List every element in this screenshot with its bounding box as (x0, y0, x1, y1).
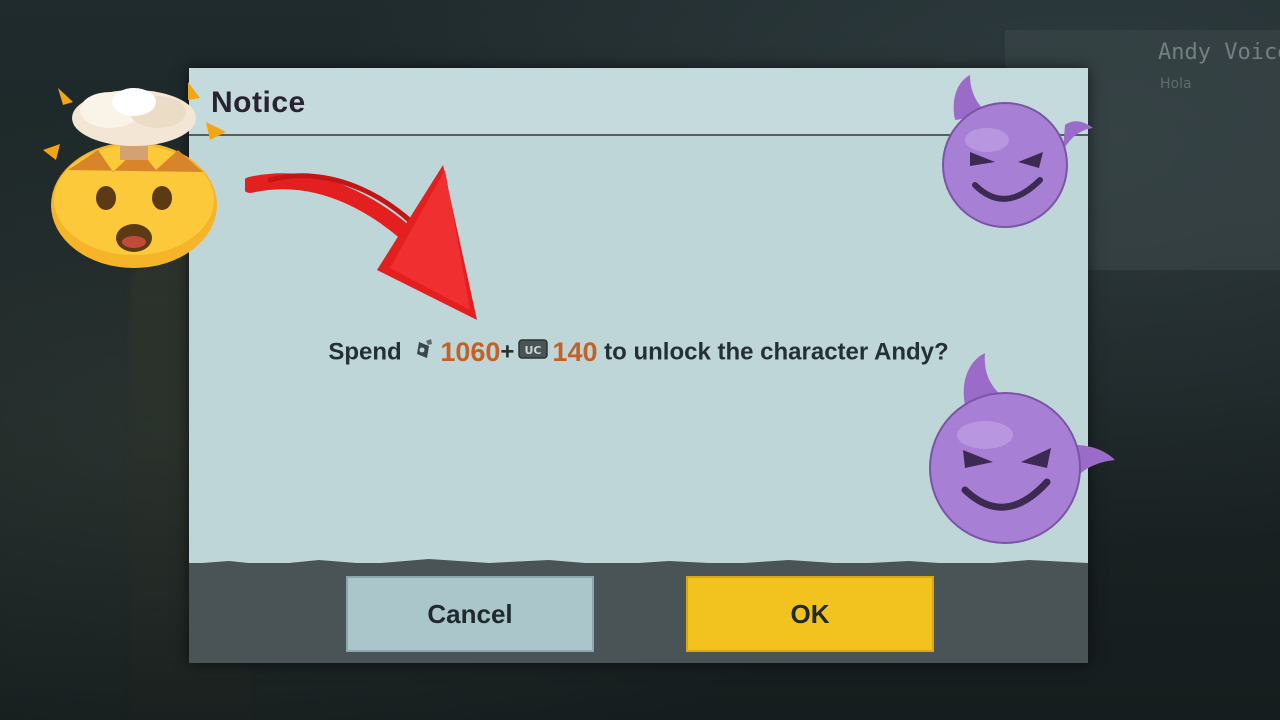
amount-separator: + (500, 338, 515, 366)
red-arrow-icon (245, 165, 477, 320)
background-character-subtitle: Hola (1160, 76, 1192, 92)
smiling-devil-emoji-icon (929, 353, 1115, 544)
background-character-name: Andy Voice (1158, 40, 1280, 65)
uc-icon-label: UC (525, 344, 542, 357)
smiling-devil-emoji-icon (942, 75, 1093, 228)
message-prefix: Spend (328, 338, 402, 366)
message-suffix: to unlock the character Andy? (604, 338, 949, 366)
amount-2: 140 (552, 337, 598, 367)
bp-coin-icon (411, 336, 437, 369)
exploding-head-emoji-icon (43, 82, 226, 268)
cancel-button[interactable]: Cancel (346, 576, 594, 652)
uc-icon: UC (517, 337, 549, 368)
amount-1: 1060 (440, 337, 501, 367)
ok-button[interactable]: OK (686, 576, 934, 652)
dialog-footer (189, 563, 1088, 663)
